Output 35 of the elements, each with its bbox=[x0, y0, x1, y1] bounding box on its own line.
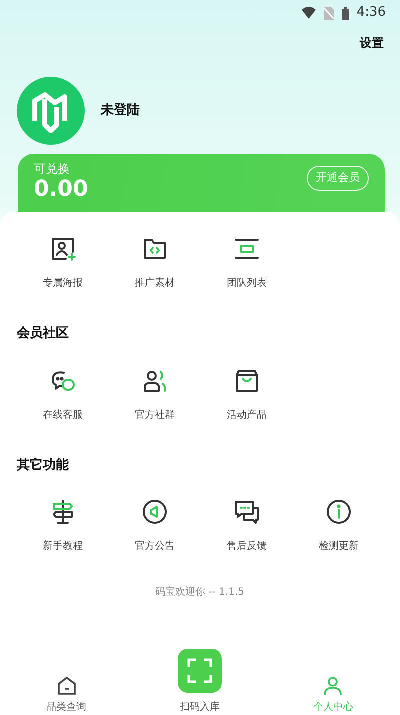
menu-item[interactable]: 专属海报 bbox=[17, 234, 109, 316]
menu-item[interactable]: 售后反馈 bbox=[201, 497, 293, 579]
user-name: 未登陆 bbox=[101, 102, 140, 120]
info-icon bbox=[326, 499, 352, 525]
menu-item[interactable]: 团队列表 bbox=[201, 234, 293, 316]
bag-icon bbox=[234, 368, 260, 394]
wifi-icon bbox=[302, 7, 316, 19]
menu-item[interactable]: 官方公告 bbox=[109, 497, 201, 579]
nav-tab[interactable]: 扫码入库 bbox=[133, 649, 267, 715]
clock: 4:36 bbox=[356, 4, 386, 22]
menu-item[interactable]: 官方社群 bbox=[109, 366, 201, 448]
speaker-icon bbox=[142, 499, 168, 525]
balance-value: 0.00 bbox=[34, 178, 88, 202]
menu-item[interactable]: 推广素材 bbox=[109, 234, 201, 316]
balance-label: 可兑换 bbox=[34, 161, 71, 178]
list-icon bbox=[234, 236, 260, 262]
nav-tab[interactable]: 品类查询 bbox=[0, 649, 134, 715]
home-icon bbox=[56, 676, 77, 696]
settings-link[interactable]: 设置 bbox=[360, 34, 384, 52]
messages-icon bbox=[234, 499, 260, 525]
menu-item[interactable]: 活动产品 bbox=[201, 366, 293, 448]
folder-icon bbox=[142, 236, 168, 262]
menu-item[interactable]: 检测更新 bbox=[293, 497, 385, 579]
person-icon bbox=[323, 676, 344, 696]
version-text: 码宝欢迎你 -- 1.1.5 bbox=[154, 586, 246, 600]
menu-item[interactable]: 新手教程 bbox=[17, 497, 109, 579]
section-title: 会员社区 bbox=[17, 325, 70, 343]
no-sim-icon bbox=[324, 6, 334, 20]
section-title: 其它功能 bbox=[17, 456, 70, 474]
signpost-icon bbox=[50, 499, 76, 525]
menu-item[interactable]: 在线客服 bbox=[17, 366, 109, 448]
logo-icon bbox=[17, 77, 85, 145]
battery-icon bbox=[342, 6, 349, 20]
scan-icon bbox=[186, 658, 213, 684]
portrait-icon bbox=[50, 236, 76, 262]
